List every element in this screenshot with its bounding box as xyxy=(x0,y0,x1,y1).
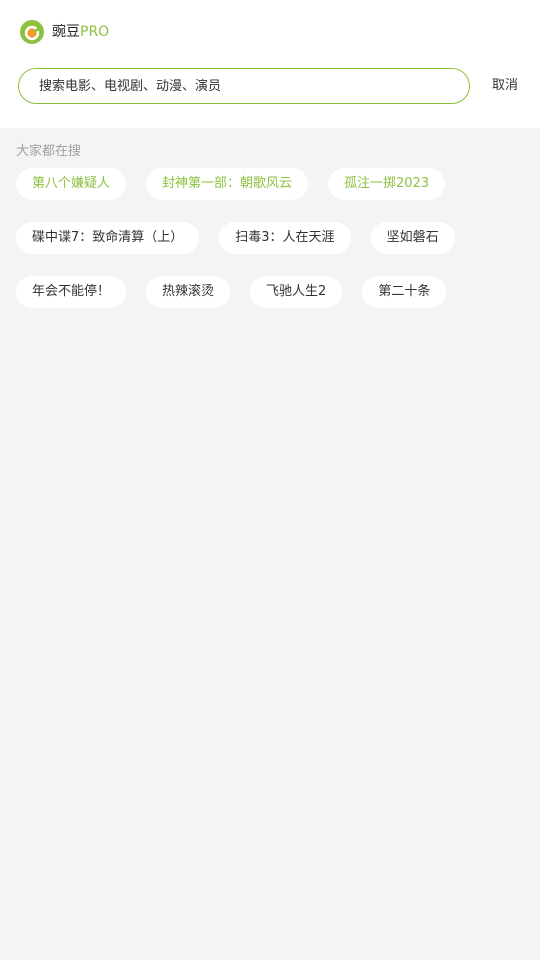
hot-search-section: 大家都在搜 第八个嫌疑人 封神第一部：朝歌风云 孤注一掷2023 碟中谍7：致命… xyxy=(0,128,540,308)
hot-search-tag[interactable]: 第八个嫌疑人 xyxy=(16,168,127,200)
app-name-accent: PRO xyxy=(80,24,110,40)
hot-search-tag[interactable]: 碟中谍7：致命清算（上） xyxy=(16,222,200,254)
brand: 豌豆PRO xyxy=(20,19,109,45)
app-logo-icon xyxy=(20,20,44,44)
hot-search-tag[interactable]: 坚如磐石 xyxy=(370,222,455,254)
hot-search-tag[interactable]: 飞驰人生2 xyxy=(250,276,343,308)
hot-search-tag[interactable]: 封神第一部：朝歌风云 xyxy=(146,168,309,200)
hot-search-tags: 第八个嫌疑人 封神第一部：朝歌风云 孤注一掷2023 碟中谍7：致命清算（上） … xyxy=(16,168,516,308)
hot-search-title: 大家都在搜 xyxy=(16,144,82,159)
hot-search-tag[interactable]: 年会不能停！ xyxy=(16,276,127,308)
search-input[interactable] xyxy=(39,71,439,101)
hot-search-tag[interactable]: 第二十条 xyxy=(362,276,447,308)
cancel-button[interactable]: 取消 xyxy=(492,72,518,100)
app-name-main: 豌豆 xyxy=(52,24,80,40)
hot-search-tag[interactable]: 孤注一掷2023 xyxy=(328,168,446,200)
search-bar[interactable] xyxy=(18,68,470,104)
hot-search-tag[interactable]: 热辣滚烫 xyxy=(146,276,231,308)
app-name: 豌豆PRO xyxy=(52,20,109,44)
hot-search-tag[interactable]: 扫毒3：人在天涯 xyxy=(219,222,351,254)
header: 豌豆PRO 取消 xyxy=(0,0,540,128)
